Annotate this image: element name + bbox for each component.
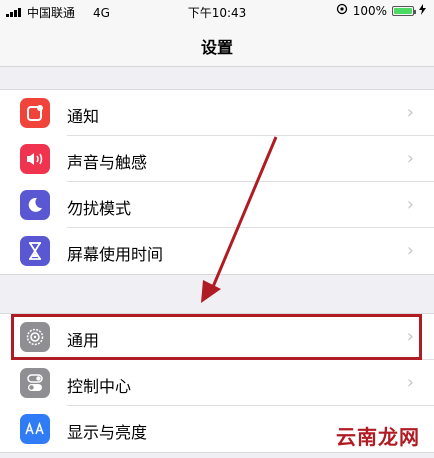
watermark: 云南龙网	[332, 421, 424, 450]
annotation-arrow	[201, 136, 278, 303]
